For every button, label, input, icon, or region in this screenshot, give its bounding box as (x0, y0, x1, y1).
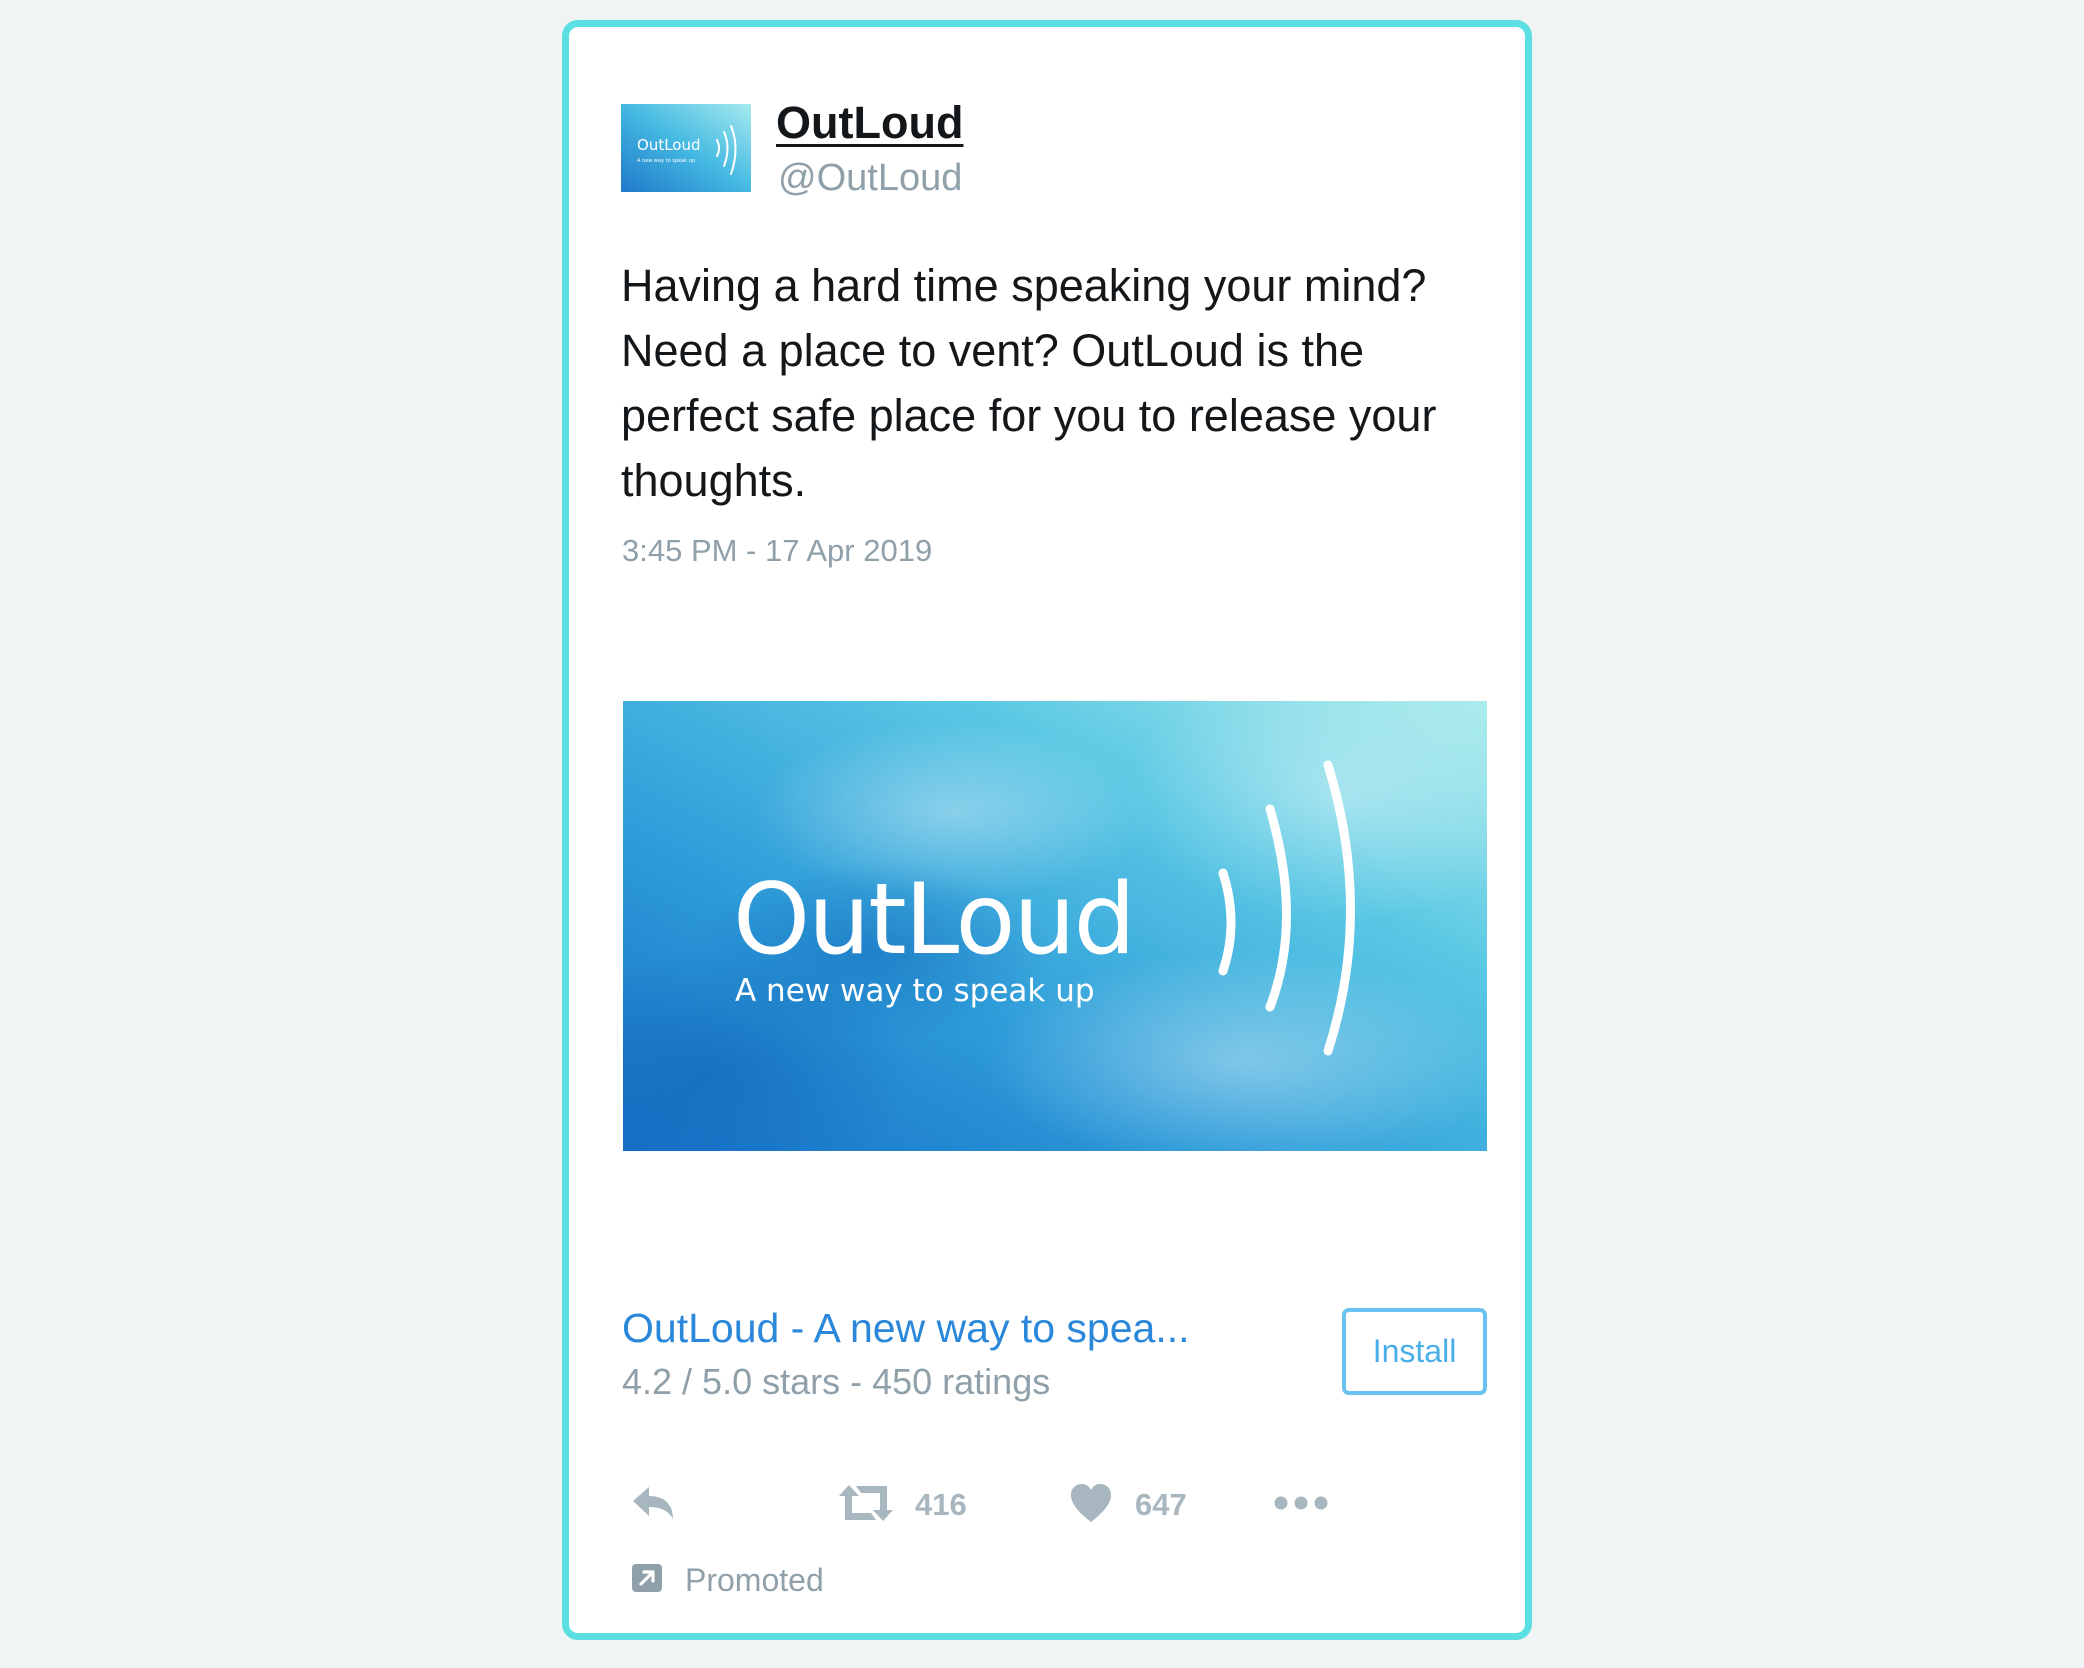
reply-icon (629, 1483, 677, 1528)
avatar-logo: OutLoud A new way to speak up (621, 104, 751, 192)
retweet-action[interactable]: 416 (839, 1475, 967, 1535)
profile-avatar[interactable]: OutLoud A new way to speak up (621, 104, 751, 192)
media-tagline: A new way to speak up (735, 973, 1095, 1009)
promoted-icon (631, 1563, 663, 1598)
tweet-text: Having a hard time speaking your mind? N… (621, 260, 1437, 506)
tweet-timestamp[interactable]: 3:45 PM - 17 Apr 2019 (622, 533, 932, 569)
heart-icon (1069, 1483, 1113, 1528)
more-dots-icon (1273, 1495, 1329, 1516)
avatar-logo-text: OutLoud (637, 136, 701, 154)
promoted-indicator: Promoted (631, 1562, 824, 1599)
retweet-icon (839, 1483, 893, 1528)
retweet-count: 416 (915, 1487, 967, 1522)
promoted-label: Promoted (685, 1562, 824, 1598)
user-handle[interactable]: @OutLoud (778, 157, 962, 200)
avatar-tagline: A new way to speak up (637, 158, 695, 164)
more-action[interactable] (1273, 1475, 1329, 1535)
app-card-rating: 4.2 / 5.0 stars - 450 ratings (622, 1361, 1051, 1402)
like-action[interactable]: 647 (1069, 1475, 1187, 1535)
install-button[interactable]: Install (1342, 1308, 1487, 1395)
tweet-media-image[interactable]: OutLoud A new way to speak up (623, 701, 1487, 1151)
media-banner: OutLoud A new way to speak up (623, 701, 1487, 1151)
media-logo-text: OutLoud (733, 863, 1134, 977)
tweet-card: OutLoud A new way to speak up OutLoud @O… (562, 20, 1532, 1640)
like-count: 647 (1135, 1487, 1187, 1522)
display-name[interactable]: OutLoud (776, 97, 963, 149)
reply-action[interactable] (629, 1475, 677, 1535)
app-card-title[interactable]: OutLoud - A new way to spea... (622, 1305, 1190, 1352)
